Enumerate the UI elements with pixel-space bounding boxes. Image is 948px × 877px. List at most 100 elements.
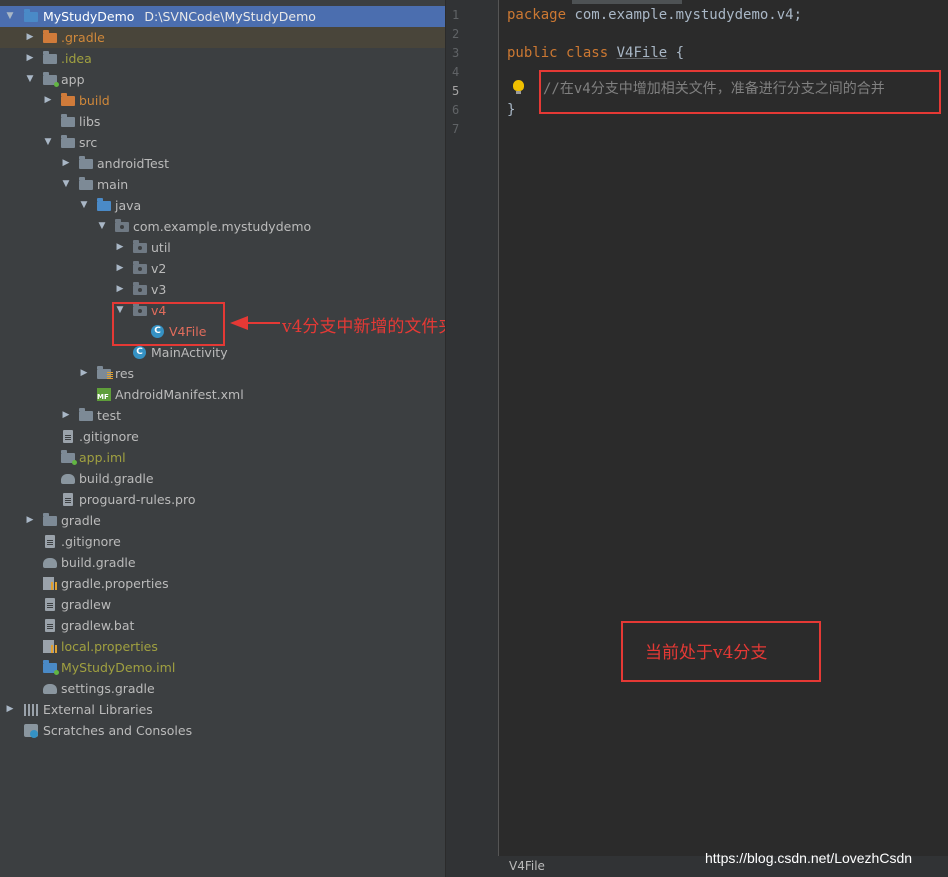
tree-item-label: v3 — [151, 282, 167, 297]
tree-item-label: build.gradle — [79, 471, 154, 486]
collapsed-arrow-icon[interactable]: ▶ — [114, 258, 126, 279]
code-line-6[interactable]: } — [507, 101, 515, 120]
tree-item-v2[interactable]: ▶ v2 — [0, 258, 445, 279]
tree-item-gradle[interactable]: ▶ gradle — [0, 510, 445, 531]
collapsed-arrow-icon[interactable]: ▶ — [114, 237, 126, 258]
tree-item-app-iml[interactable]: app.iml — [0, 447, 445, 468]
collapsed-arrow-icon[interactable]: ▶ — [42, 90, 54, 111]
tree-item-label: app.iml — [79, 450, 126, 465]
package-icon — [133, 240, 147, 253]
open-brace: { — [675, 45, 685, 61]
gradle-icon — [43, 684, 57, 694]
tree-item-main[interactable]: ▼ main — [0, 174, 445, 195]
tree-item-label: gradle — [61, 513, 101, 528]
tree-item-label: com.example.mystudydemo — [133, 219, 312, 234]
tree-item-libs[interactable]: libs — [0, 111, 445, 132]
tree-item-app-build-gradle[interactable]: build.gradle — [0, 468, 445, 489]
code-line-1[interactable]: package com.example.mystudydemo.v4; — [507, 6, 802, 25]
tree-item-java[interactable]: ▼ java — [0, 195, 445, 216]
tree-item-label: .gitignore — [79, 429, 139, 444]
tree-item-label: local.properties — [61, 639, 158, 654]
tree-item-manifest[interactable]: MF AndroidManifest.xml — [0, 384, 445, 405]
tree-item-label: External Libraries — [43, 702, 153, 717]
tree-item-package-root[interactable]: ▼ com.example.mystudydemo — [0, 216, 445, 237]
tree-item-proguard[interactable]: proguard-rules.pro — [0, 489, 445, 510]
tree-item-test[interactable]: ▶ test — [0, 405, 445, 426]
collapsed-arrow-icon[interactable]: ▶ — [60, 405, 72, 426]
folder-icon — [43, 513, 57, 526]
watermark-url: https://blog.csdn.net/LovezhCsdn — [705, 850, 913, 866]
collapsed-arrow-icon[interactable]: ▶ — [24, 510, 36, 531]
tree-item-root-gitignore[interactable]: .gitignore — [0, 531, 445, 552]
file-icon — [45, 535, 55, 548]
editor-tab-strip[interactable] — [572, 0, 682, 4]
file-icon — [45, 598, 55, 611]
collapsed-arrow-icon[interactable]: ▶ — [4, 699, 16, 720]
expanded-arrow-icon[interactable]: ▼ — [4, 6, 16, 27]
tree-item-local-properties[interactable]: local.properties — [0, 636, 445, 657]
project-folder-icon — [24, 9, 38, 22]
branch-note-text: 当前处于v4分支 — [645, 643, 768, 663]
tree-item-label: androidTest — [97, 156, 170, 171]
tree-item-res[interactable]: ▶ res — [0, 363, 445, 384]
tree-item-label: MyStudyDemo.iml — [61, 660, 176, 675]
folder-icon — [79, 156, 93, 169]
tree-item-external-libraries[interactable]: ▶ External Libraries — [0, 699, 445, 720]
expanded-arrow-icon[interactable]: ▼ — [96, 216, 108, 237]
module-file-icon — [61, 450, 77, 465]
tree-item-androidtest[interactable]: ▶ androidTest — [0, 153, 445, 174]
scratches-icon — [24, 724, 38, 738]
tree-item-gradle-dir[interactable]: ▶ .gradle — [0, 27, 445, 48]
collapsed-arrow-icon[interactable]: ▶ — [24, 27, 36, 48]
folder-icon — [79, 177, 93, 190]
line-number: 1 — [452, 8, 460, 22]
tree-item-label: proguard-rules.pro — [79, 492, 196, 507]
properties-icon — [43, 577, 57, 590]
tree-item-label: res — [115, 366, 135, 381]
collapsed-arrow-icon[interactable]: ▶ — [114, 279, 126, 300]
collapsed-arrow-icon[interactable]: ▶ — [60, 153, 72, 174]
tree-item-gradle-properties[interactable]: gradle.properties — [0, 573, 445, 594]
public-keyword: public — [507, 45, 558, 61]
tree-item-idea[interactable]: ▶ .idea — [0, 48, 445, 69]
resources-folder-icon — [97, 366, 113, 379]
package-icon — [133, 261, 147, 274]
tree-item-root-build-gradle[interactable]: build.gradle — [0, 552, 445, 573]
expanded-arrow-icon[interactable]: ▼ — [78, 195, 90, 216]
tree-item-label: build — [79, 93, 110, 108]
tree-item-gradlew[interactable]: gradlew — [0, 594, 445, 615]
tree-item-v3[interactable]: ▶ v3 — [0, 279, 445, 300]
tree-item-app-gitignore[interactable]: .gitignore — [0, 426, 445, 447]
tree-item-gradlew-bat[interactable]: gradlew.bat — [0, 615, 445, 636]
tree-item-label: .gradle — [61, 30, 105, 45]
tree-item-scratches[interactable]: Scratches and Consoles — [0, 720, 445, 741]
tree-item-project-iml[interactable]: MyStudyDemo.iml — [0, 657, 445, 678]
module-folder-icon — [43, 72, 59, 87]
file-icon — [63, 493, 73, 506]
expanded-arrow-icon[interactable]: ▼ — [60, 174, 72, 195]
source-folder-icon — [97, 198, 111, 211]
tree-item-label: java — [115, 198, 142, 213]
breadcrumb-file[interactable]: V4File — [509, 859, 545, 873]
annotation-arrow-line — [246, 322, 280, 324]
tree-item-util[interactable]: ▶ util — [0, 237, 445, 258]
package-name: com.example.mystudydemo.v4; — [566, 7, 803, 23]
line-number: 7 — [452, 122, 460, 136]
tree-item-build[interactable]: ▶ build — [0, 90, 445, 111]
tree-item-src[interactable]: ▼ src — [0, 132, 445, 153]
collapsed-arrow-icon[interactable]: ▶ — [78, 363, 90, 384]
tree-item-settings-gradle[interactable]: settings.gradle — [0, 678, 445, 699]
class-keyword: class — [566, 45, 609, 61]
expanded-arrow-icon[interactable]: ▼ — [42, 132, 54, 153]
comment-highlight-box — [539, 70, 941, 114]
code-editor[interactable] — [499, 0, 948, 856]
tree-item-app[interactable]: ▼ app — [0, 69, 445, 90]
tree-item-root[interactable]: ▼ MyStudyDemo D:\SVNCode\MyStudyDemo — [0, 6, 445, 27]
tree-item-label: gradlew — [61, 597, 112, 612]
expanded-arrow-icon[interactable]: ▼ — [24, 69, 36, 90]
v4-highlight-box — [112, 302, 225, 346]
code-line-3[interactable]: public class V4File { — [507, 44, 684, 63]
lightbulb-icon[interactable] — [513, 80, 524, 94]
file-icon — [45, 619, 55, 632]
collapsed-arrow-icon[interactable]: ▶ — [24, 48, 36, 69]
